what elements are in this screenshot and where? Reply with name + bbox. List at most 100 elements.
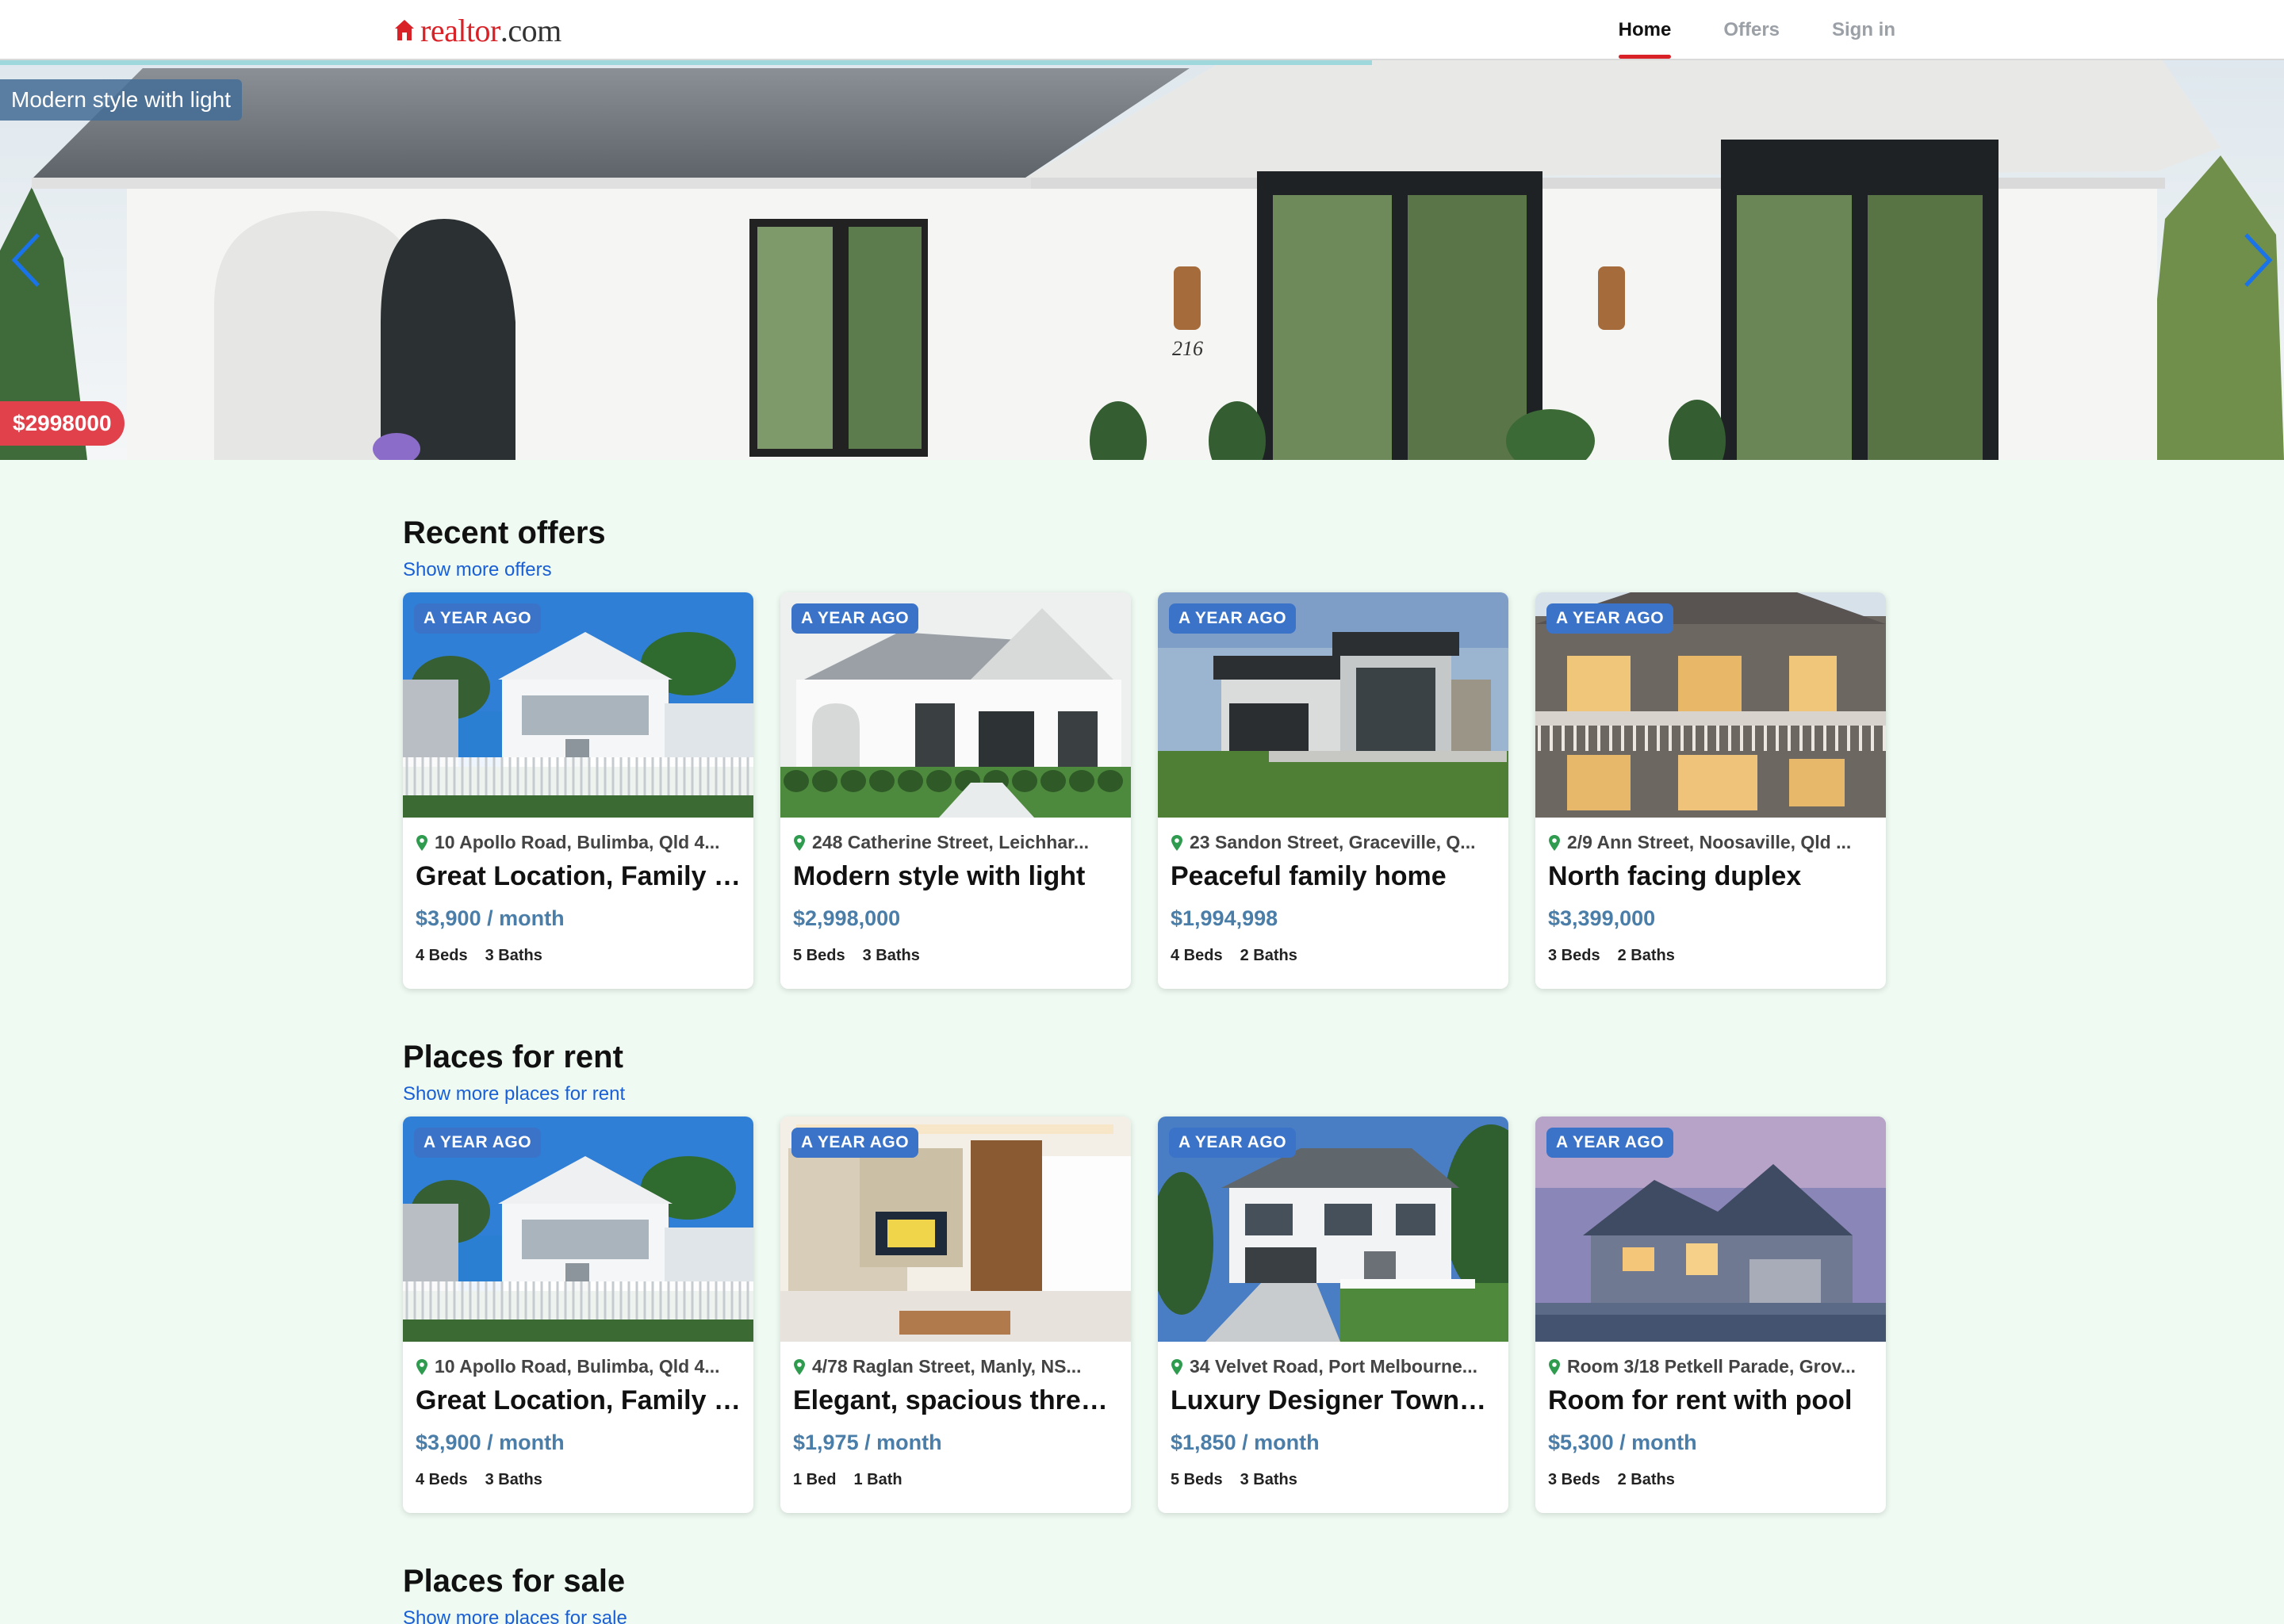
location-pin-icon xyxy=(794,834,805,851)
listing-age-badge: A YEAR AGO xyxy=(791,603,919,634)
listing-baths: 2 Baths xyxy=(1240,947,1297,964)
location-pin-icon xyxy=(1549,834,1560,851)
show-more-sale-link[interactable]: Show more places for sale xyxy=(403,1607,627,1624)
location-pin-icon xyxy=(1549,1358,1560,1375)
listing-features: 4 Beds 2 Baths xyxy=(1171,947,1496,965)
show-more-rent-link[interactable]: Show more places for rent xyxy=(403,1083,625,1105)
carousel-progress-bar xyxy=(0,60,1372,65)
listing-address-text: 23 Sandon Street, Graceville, Q... xyxy=(1190,832,1476,852)
listing-details: 4/78 Raglan Street, Manly, NS... Elegant,… xyxy=(780,1342,1131,1489)
listing-baths: 3 Baths xyxy=(1240,1471,1297,1488)
carousel-next-button[interactable] xyxy=(2236,227,2281,293)
location-pin-icon xyxy=(794,1358,805,1375)
listing-card[interactable]: A YEAR AGO 10 Apollo Road, Bulimba, Qld 4… xyxy=(403,592,753,989)
listing-details: 34 Velvet Road, Port Melbourne... Luxury … xyxy=(1158,1342,1508,1489)
listing-address: 10 Apollo Road, Bulimba, Qld 4... xyxy=(416,832,741,853)
logo-suffix: .com xyxy=(500,12,561,48)
rent-cards: A YEAR AGO 10 Apollo Road, Bulimba, Qld 4… xyxy=(403,1116,1887,1513)
nav-sign-in[interactable]: Sign in xyxy=(1832,0,1895,60)
listing-title: Modern style with light xyxy=(793,861,1086,891)
listing-title: Great Location, Family Fr... xyxy=(416,861,741,891)
listing-address-text: 4/78 Raglan Street, Manly, NS... xyxy=(812,1356,1082,1377)
listing-price: $1,994,998 xyxy=(1171,906,1278,930)
listing-age-badge: A YEAR AGO xyxy=(414,1128,542,1158)
carousel-prev-button[interactable] xyxy=(3,227,48,293)
listing-card[interactable]: A YEAR AGO 23 Sandon Street, Graceville, … xyxy=(1158,592,1508,989)
listing-price: $1,850 / month xyxy=(1171,1431,1320,1454)
listing-title: North facing duplex xyxy=(1548,861,1802,891)
listing-beds: 3 Beds xyxy=(1548,1471,1600,1488)
listing-features: 1 Bed 1 Bath xyxy=(793,1471,1118,1489)
listing-price: $3,399,000 xyxy=(1548,906,1656,930)
listing-age-badge: A YEAR AGO xyxy=(414,603,542,634)
listing-details: 10 Apollo Road, Bulimba, Qld 4... Great L… xyxy=(403,1342,753,1489)
listing-price: $5,300 / month xyxy=(1548,1431,1697,1454)
listing-address: 248 Catherine Street, Leichhar... xyxy=(793,832,1118,853)
listing-age-badge: A YEAR AGO xyxy=(1169,1128,1297,1158)
location-pin-icon xyxy=(416,1358,427,1375)
recent-offers-section: Recent offers Show more offers A YEAR AG… xyxy=(403,515,1887,989)
chevron-left-icon xyxy=(11,233,40,287)
listing-card[interactable]: A YEAR AGO Room 3/18 Petkell Parade, Grov… xyxy=(1535,1116,1886,1513)
listing-address: 10 Apollo Road, Bulimba, Qld 4... xyxy=(416,1356,741,1377)
listing-features: 4 Beds 3 Baths xyxy=(416,947,741,965)
listing-features: 4 Beds 3 Baths xyxy=(416,1471,741,1489)
listing-details: Room 3/18 Petkell Parade, Grov... Room fo… xyxy=(1535,1342,1886,1489)
listing-address-text: 248 Catherine Street, Leichhar... xyxy=(812,832,1089,852)
listing-title: Great Location, Family Fr... xyxy=(416,1385,741,1415)
realtor-logo[interactable]: realtor .com xyxy=(393,11,561,49)
hero-caption: Modern style with light xyxy=(0,79,243,121)
nav-offers[interactable]: Offers xyxy=(1723,0,1780,60)
offer-cards: A YEAR AGO 10 Apollo Road, Bulimba, Qld 4… xyxy=(403,592,1887,989)
listing-address-text: 34 Velvet Road, Port Melbourne... xyxy=(1190,1356,1477,1377)
listing-details: 23 Sandon Street, Graceville, Q... Peacef… xyxy=(1158,818,1508,965)
listing-details: 10 Apollo Road, Bulimba, Qld 4... Great L… xyxy=(403,818,753,965)
listing-card[interactable]: A YEAR AGO 2/9 Ann Street, Noosaville, Ql… xyxy=(1535,592,1886,989)
location-pin-icon xyxy=(416,834,427,851)
listing-features: 3 Beds 2 Baths xyxy=(1548,947,1873,965)
listing-age-badge: A YEAR AGO xyxy=(1169,603,1297,634)
listing-title: Elegant, spacious three ... xyxy=(793,1385,1118,1415)
house-logo-icon xyxy=(395,20,414,40)
nav-home[interactable]: Home xyxy=(1618,0,1671,60)
listing-address-text: 10 Apollo Road, Bulimba, Qld 4... xyxy=(435,1356,720,1377)
listing-address-text: 10 Apollo Road, Bulimba, Qld 4... xyxy=(435,832,720,852)
listing-title: Luxury Designer Townho... xyxy=(1171,1385,1496,1415)
listing-price: $1,975 / month xyxy=(793,1431,942,1454)
listing-beds: 3 Beds xyxy=(1548,947,1600,964)
logo-wordmark: realtor xyxy=(420,12,500,48)
listing-features: 5 Beds 3 Baths xyxy=(793,947,1118,965)
listing-card[interactable]: A YEAR AGO 248 Catherine Street, Leichhar… xyxy=(780,592,1131,989)
listing-baths: 3 Baths xyxy=(485,1471,542,1488)
listing-price: $3,900 / month xyxy=(416,906,565,930)
places-for-sale-section: Places for sale Show more places for sal… xyxy=(403,1564,1887,1624)
places-for-rent-section: Places for rent Show more places for ren… xyxy=(403,1040,1887,1513)
listing-features: 3 Beds 2 Baths xyxy=(1548,1471,1873,1489)
listing-address: 23 Sandon Street, Graceville, Q... xyxy=(1171,832,1496,853)
listing-details: 2/9 Ann Street, Noosaville, Qld ... North… xyxy=(1535,818,1886,965)
top-navbar: realtor .com Home Offers Sign in xyxy=(0,0,2284,60)
listing-address: 2/9 Ann Street, Noosaville, Qld ... xyxy=(1548,832,1873,853)
listing-baths: 3 Baths xyxy=(485,947,542,964)
listing-card[interactable]: A YEAR AGO 4/78 Raglan Street, Manly, NS.… xyxy=(780,1116,1131,1513)
location-pin-icon xyxy=(1171,1358,1182,1375)
hero-price-badge: $2998000 xyxy=(0,401,125,446)
listing-age-badge: A YEAR AGO xyxy=(1546,603,1674,634)
show-more-offers-link[interactable]: Show more offers xyxy=(403,559,552,581)
location-pin-icon xyxy=(1171,834,1182,851)
hero-carousel[interactable]: 216 Modern style with light $2998000 xyxy=(0,60,2284,460)
listing-age-badge: A YEAR AGO xyxy=(1546,1128,1674,1158)
section-title: Recent offers xyxy=(403,515,606,550)
listing-address: 34 Velvet Road, Port Melbourne... xyxy=(1171,1356,1496,1377)
listing-card[interactable]: A YEAR AGO 34 Velvet Road, Port Melbourne… xyxy=(1158,1116,1508,1513)
listing-beds: 4 Beds xyxy=(416,947,468,964)
chevron-right-icon xyxy=(2244,233,2273,287)
listing-beds: 5 Beds xyxy=(793,947,845,964)
listing-card[interactable]: A YEAR AGO 10 Apollo Road, Bulimba, Qld 4… xyxy=(403,1116,753,1513)
listing-beds: 4 Beds xyxy=(1171,947,1223,964)
listing-baths: 2 Baths xyxy=(1617,947,1675,964)
listing-price: $3,900 / month xyxy=(416,1431,565,1454)
main-nav: Home Offers Sign in xyxy=(1618,0,1895,60)
listing-baths: 2 Baths xyxy=(1617,1471,1675,1488)
listing-baths: 1 Bath xyxy=(853,1471,902,1488)
